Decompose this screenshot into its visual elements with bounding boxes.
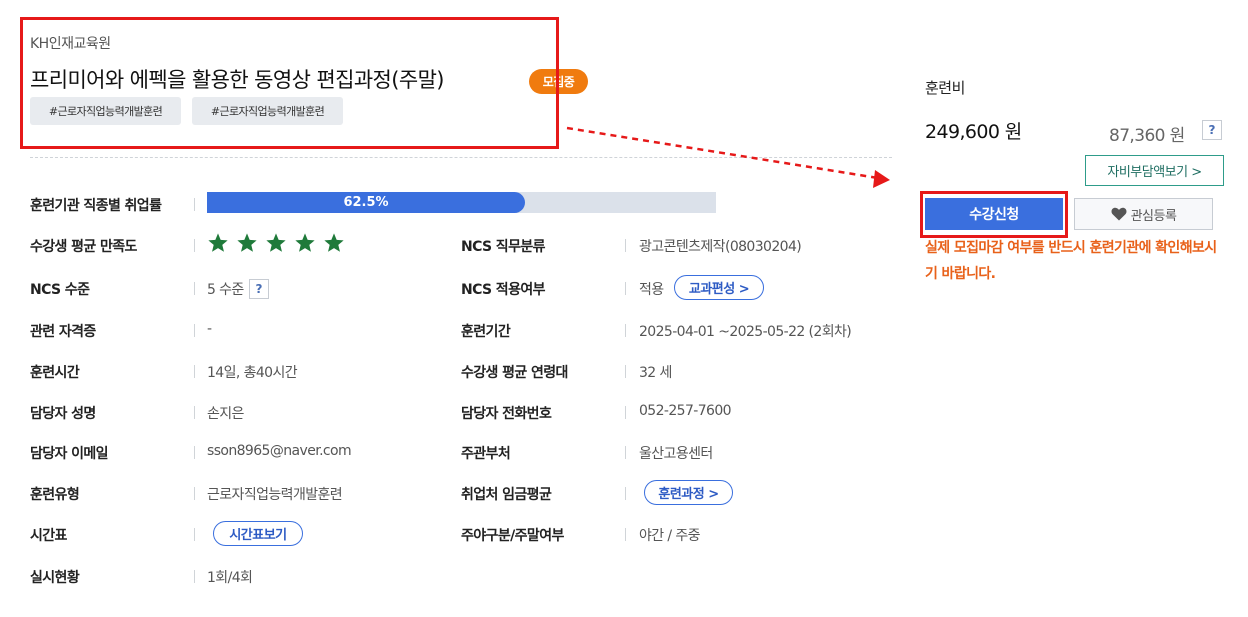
fee-label: 훈련비 (925, 79, 965, 97)
employment-rate-fill: 62.5% (207, 192, 525, 213)
self-pay-button[interactable]: 자비부담액보기 > (1085, 155, 1224, 186)
separator (625, 487, 626, 500)
satisfaction-stars (207, 232, 345, 254)
supervising-value: 울산고용센터 (639, 446, 713, 462)
avg-age-label: 수강생 평균 연령대 (461, 365, 568, 381)
self-pay-amount: 87,360 원 (1109, 126, 1185, 146)
training-type-label: 훈련유형 (30, 487, 80, 503)
manager-email-value: sson8965@naver.com (207, 443, 352, 459)
separator (625, 528, 626, 541)
separator (194, 239, 195, 252)
separator (194, 198, 195, 211)
star-icon (266, 233, 286, 252)
separator (625, 239, 626, 252)
wishlist-label: 관심등록 (1130, 208, 1177, 224)
manager-name-label: 담당자 성명 (30, 406, 96, 422)
period-value: 2025-04-01 ~2025-05-22 (2회차) (639, 324, 852, 340)
separator (625, 365, 626, 378)
separator (194, 406, 195, 419)
star-icon (237, 233, 257, 252)
employment-rate-label: 훈련기관 직종별 취업률 (30, 198, 162, 214)
certificate-label: 관련 자격증 (30, 324, 96, 340)
separator (194, 446, 195, 459)
highlight-box-header (20, 17, 559, 149)
hours-value: 14일, 총40시간 (207, 365, 298, 381)
ncs-applied-label: NCS 적용여부 (461, 282, 546, 298)
manager-phone-value: 052-257-7600 (639, 403, 732, 419)
arrow-annotation (566, 126, 890, 188)
separator (194, 365, 195, 378)
day-night-value: 야간 / 주중 (639, 528, 701, 544)
manager-email-label: 담당자 이메일 (30, 446, 109, 462)
wage-label: 취업처 임금평균 (461, 487, 552, 503)
star-icon (208, 233, 228, 252)
star-icon (324, 233, 344, 252)
timetable-label: 시간표 (30, 528, 67, 544)
separator (194, 324, 195, 337)
ncs-category-value: 광고콘텐츠제작(08030204) (639, 239, 802, 255)
fee-help-button[interactable]: ? (1202, 120, 1222, 140)
separator (625, 324, 626, 337)
heart-icon (1111, 207, 1127, 221)
manager-name-value: 손지은 (207, 406, 244, 422)
separator (194, 570, 195, 583)
notice-text: 실제 모집마감 여부를 반드시 훈련기관에 확인해보시기 바랍니다. (925, 240, 1217, 282)
fee-price: 249,600 원 (925, 121, 1022, 143)
highlight-box-apply (920, 191, 1068, 238)
ncs-level-help-button[interactable]: ? (249, 279, 269, 299)
employment-rate-value: 62.5% (343, 195, 389, 210)
ncs-level-label: NCS 수준 (30, 282, 90, 298)
avg-age-value: 32 세 (639, 365, 672, 381)
ncs-level-value: 5 수준 (207, 282, 244, 298)
satisfaction-label: 수강생 평균 만족도 (30, 239, 137, 255)
training-type-value: 근로자직업능력개발훈련 (207, 487, 343, 503)
separator (625, 406, 626, 419)
certificate-value: - (207, 321, 212, 337)
separator (194, 282, 195, 295)
hours-label: 훈련시간 (30, 365, 80, 381)
timetable-button[interactable]: 시간표보기 (213, 521, 303, 546)
curriculum-button[interactable]: 교과편성 > (674, 275, 764, 300)
day-night-label: 주야구분/주말여부 (461, 528, 564, 544)
ncs-applied-value: 적용 (639, 282, 664, 298)
star-icon (295, 233, 315, 252)
wishlist-button[interactable]: 관심등록 (1074, 198, 1213, 230)
ncs-category-label: NCS 직무분류 (461, 239, 546, 255)
status-label: 실시현황 (30, 570, 80, 586)
separator (625, 446, 626, 459)
separator (194, 487, 195, 500)
training-course-button[interactable]: 훈련과정 > (644, 480, 733, 505)
period-label: 훈련기간 (461, 324, 511, 340)
manager-phone-label: 담당자 전화번호 (461, 406, 552, 422)
status-value: 1회/4회 (207, 570, 253, 586)
separator (625, 282, 626, 295)
supervising-label: 주관부처 (461, 446, 511, 462)
separator (194, 528, 195, 541)
